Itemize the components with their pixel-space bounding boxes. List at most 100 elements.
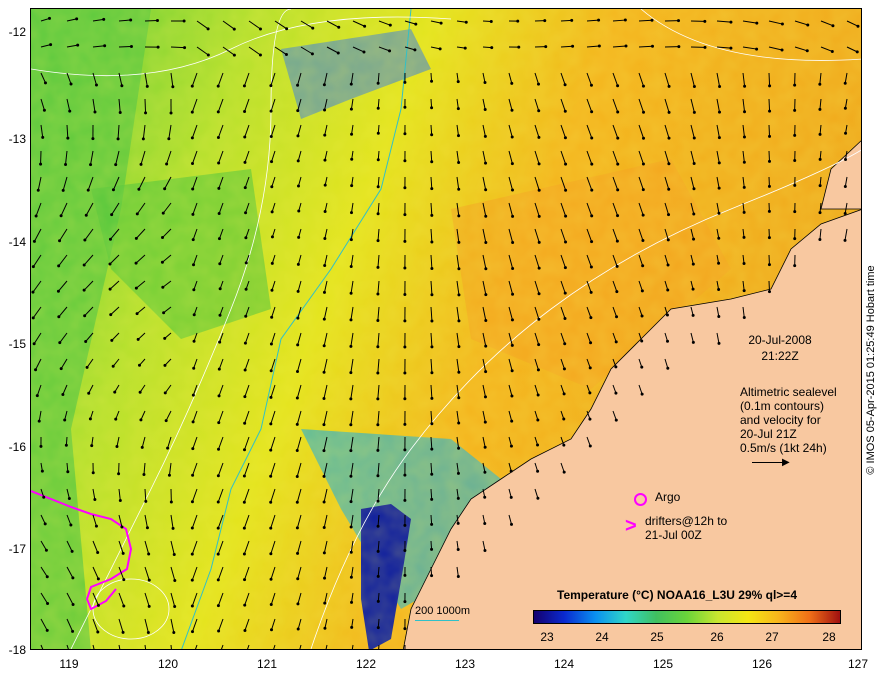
velocity-arrow-head (135, 312, 139, 316)
velocity-arrow-head (31, 316, 35, 320)
velocity-arrow-head (269, 422, 273, 426)
velocity-arrow-head (430, 422, 434, 426)
velocity-arrow-head (218, 262, 222, 266)
velocity-arrow-head (108, 287, 112, 291)
velocity-arrow-head (483, 521, 487, 525)
velocity-arrow-head (217, 394, 221, 398)
lat-tick: -15 (8, 337, 26, 351)
velocity-arrow-head (456, 548, 460, 552)
velocity-arrow-head (243, 603, 247, 607)
velocity-arrow-head (350, 184, 354, 188)
velocity-arrow-head (285, 27, 289, 31)
velocity-arrow-head (147, 552, 151, 556)
velocity-arrow-head (362, 50, 366, 54)
velocity-arrow-head (640, 365, 644, 369)
velocity-arrow-head (171, 526, 175, 530)
velocity-arrow-head (403, 266, 407, 270)
velocity-arrow-head (537, 109, 541, 113)
velocity-arrow-head (742, 160, 746, 164)
velocity-arrow-head (376, 239, 380, 243)
velocity-arrow-head (793, 237, 797, 241)
velocity-arrow-head (615, 264, 619, 268)
velocity-arrow-head (49, 43, 53, 47)
map-time: 21:22Z (761, 349, 799, 363)
velocity-arrow-head (171, 85, 175, 89)
velocity-arrow-head (640, 392, 644, 396)
velocity-arrow-head (640, 339, 644, 343)
velocity-arrow-head (192, 366, 196, 370)
velocity-arrow-head (269, 369, 273, 373)
velocity-arrow-head (768, 134, 772, 138)
velocity-arrow-head (216, 526, 220, 530)
velocity-arrow-head (243, 160, 247, 164)
velocity-arrow-head (818, 132, 822, 136)
velocity-arrow-head (120, 84, 124, 88)
velocity-arrow-head (589, 265, 593, 269)
velocity-arrow-head (269, 84, 273, 88)
velocity-arrow-head (517, 45, 521, 49)
velocity-arrow-head (191, 473, 195, 477)
velocity-arrow-head (85, 365, 89, 369)
velocity-arrow-head (457, 187, 461, 191)
velocity-arrow-head (269, 603, 273, 607)
velocity-arrow-head (145, 84, 149, 88)
velocity-arrow-head (818, 184, 822, 188)
velocity-arrow-head (146, 631, 150, 635)
velocity-arrow-head (216, 474, 220, 478)
velocity-arrow-head (376, 448, 380, 452)
velocity-arrow-head (588, 444, 592, 448)
velocity-arrow-head (68, 109, 72, 113)
velocity-arrow-head (489, 20, 493, 24)
velocity-arrow-head (118, 111, 122, 115)
velocity-arrow-head (96, 603, 100, 607)
velocity-arrow-head (217, 367, 221, 371)
lat-tick: -12 (8, 25, 26, 39)
velocity-arrow-head (511, 292, 515, 296)
velocity-arrow-head (166, 446, 170, 450)
velocity-arrow-head (82, 288, 86, 292)
velocity-arrow-head (403, 548, 407, 552)
velocity-arrow-head (147, 604, 151, 608)
velocity-arrow-head (243, 135, 247, 139)
velocity-arrow-head (510, 419, 514, 423)
velocity-arrow-head (66, 136, 70, 140)
velocity-arrow-head (138, 363, 142, 367)
velocity-arrow-head (269, 474, 273, 478)
velocity-arrow (430, 488, 433, 500)
velocity-arrow-head (430, 240, 434, 244)
velocity-arrow-head (217, 237, 221, 241)
velocity-arrow-head (564, 214, 568, 218)
velocity-arrow-head (192, 288, 196, 292)
velocity-arrow-head (295, 526, 299, 530)
velocity-arrow-head (616, 110, 620, 114)
velocity-arrow-head (717, 110, 721, 114)
colorbar-title: Temperature (°C) NOAA16_L3U 29% ql>=4 (557, 588, 797, 602)
velocity-arrow-head (511, 266, 515, 270)
velocity-arrow-head (691, 340, 695, 344)
velocity-arrow-head (269, 577, 273, 581)
velocity-arrow-head (87, 391, 91, 395)
velocity-arrow-head (96, 577, 100, 581)
velocity-arrow-head (311, 26, 315, 30)
velocity-arrow-head (767, 263, 771, 267)
velocity-arrow-head (270, 235, 274, 239)
velocity-arrow-head (536, 469, 540, 473)
lon-tick: 122 (355, 657, 377, 671)
velocity-arrow-head (295, 448, 299, 452)
velocity-arrow-head (322, 290, 326, 294)
velocity-arrow-head (677, 45, 681, 49)
velocity-arrow-head (510, 81, 514, 85)
velocity-arrow-head (144, 111, 148, 115)
velocity-arrow-head (793, 133, 797, 137)
velocity-arrow-head (430, 293, 434, 297)
velocity-arrow-head (216, 578, 220, 582)
velocity-arrow-head (483, 495, 487, 499)
velocity-arrow-head (388, 23, 392, 27)
velocity-arrow-head (403, 159, 407, 163)
velocity-arrow-head (793, 183, 797, 187)
velocity-arrow-head (483, 134, 487, 138)
velocity-arrow-head (134, 236, 138, 240)
velocity-arrow-head (322, 551, 326, 555)
velocity-arrow-head (403, 345, 407, 349)
velocity-arrow-head (742, 235, 746, 239)
